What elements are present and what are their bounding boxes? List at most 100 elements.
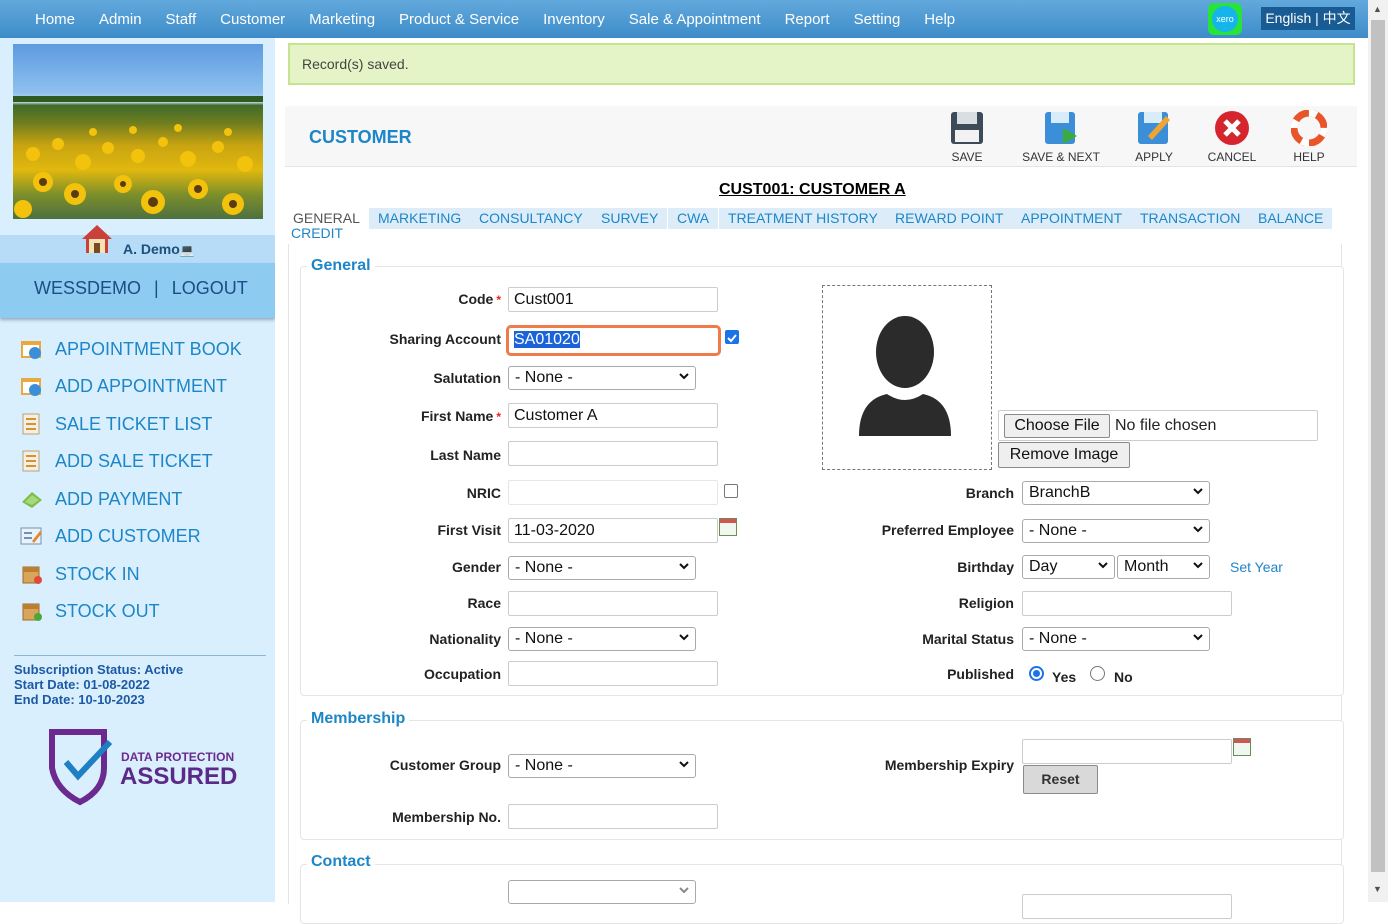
choose-file-button[interactable]: Choose File xyxy=(1004,414,1110,438)
menu-inventory[interactable]: Inventory xyxy=(543,11,605,28)
published-yes-radio[interactable] xyxy=(1029,666,1044,681)
chevron-down-icon xyxy=(1193,562,1203,569)
sidebar-item-add-payment[interactable]: ADD PAYMENT xyxy=(20,487,182,511)
sidebar-item-add-sale-ticket[interactable]: ADD SALE TICKET xyxy=(20,449,213,473)
floppy-disk-icon xyxy=(949,110,985,146)
company-link[interactable]: WESSDEMO xyxy=(34,278,141,298)
sharing-account-checkbox[interactable] xyxy=(725,330,739,344)
tab-transaction[interactable]: TRANSACTION xyxy=(1131,208,1250,229)
tab-balance[interactable]: BALANCE xyxy=(1249,208,1333,229)
membership-legend: Membership xyxy=(307,710,410,728)
tab-credit[interactable]: CREDIT xyxy=(291,225,355,241)
first-name-input[interactable]: Customer A xyxy=(508,403,718,428)
logout-link[interactable]: LOGOUT xyxy=(172,278,248,298)
first-visit-input[interactable]: 11-03-2020 xyxy=(508,518,718,543)
menu-setting[interactable]: Setting xyxy=(854,11,901,28)
marital-status-select[interactable]: - None - xyxy=(1022,627,1210,651)
menu-sale-appointment[interactable]: Sale & Appointment xyxy=(629,11,761,28)
tab-bar: GENERAL CREDIT MARKETING CONSULTANCY SUR… xyxy=(285,208,1357,242)
sidebar-item-appointment-book[interactable]: APPOINTMENT BOOK xyxy=(20,337,242,361)
sidebar-item-sale-ticket-list[interactable]: SALE TICKET LIST xyxy=(20,412,212,436)
language-switch[interactable]: English | 中文 xyxy=(1261,7,1355,30)
help-button[interactable]: HELP xyxy=(1282,109,1336,164)
badge-line1: DATA PROTECTION xyxy=(121,750,235,764)
sidebar-item-stock-out[interactable]: STOCK OUT xyxy=(20,599,160,623)
sidebar-item-add-appointment[interactable]: ADD APPOINTMENT xyxy=(20,374,227,398)
file-input[interactable]: Choose File No file chosen xyxy=(998,410,1318,441)
contact-select[interactable] xyxy=(508,880,696,904)
birthday-day-select[interactable]: Day xyxy=(1022,555,1115,579)
scroll-up-icon[interactable]: ▲ xyxy=(1373,4,1382,14)
record-title: CUST001: CUSTOMER A xyxy=(719,181,906,198)
remove-image-button[interactable]: Remove Image xyxy=(998,442,1130,468)
tab-reward-point[interactable]: REWARD POINT xyxy=(886,208,1013,229)
preferred-employee-select[interactable]: - None - xyxy=(1022,519,1210,543)
chevron-down-icon xyxy=(679,887,689,894)
tab-cwa[interactable]: CWA xyxy=(668,208,719,229)
apply-button[interactable]: APPLY xyxy=(1125,110,1183,164)
save-next-button[interactable]: SAVE & NEXT xyxy=(1015,110,1107,164)
customer-group-select[interactable]: - None - xyxy=(508,754,696,778)
nric-checkbox[interactable] xyxy=(724,484,738,498)
tab-marketing[interactable]: MARKETING xyxy=(369,208,471,229)
chevron-down-icon xyxy=(1098,562,1108,569)
set-year-link[interactable]: Set Year xyxy=(1230,559,1283,575)
menu-help[interactable]: Help xyxy=(924,11,955,28)
tab-appointment[interactable]: APPOINTMENT xyxy=(1012,208,1132,229)
published-no-radio[interactable] xyxy=(1090,666,1105,681)
chevron-down-icon xyxy=(679,634,689,641)
gender-select[interactable]: - None - xyxy=(508,556,696,580)
menu-staff[interactable]: Staff xyxy=(166,11,197,28)
sharing-account-input[interactable]: SA01020 xyxy=(506,325,721,356)
birthday-day-value: Day xyxy=(1029,558,1058,575)
membership-expiry-input[interactable] xyxy=(1022,739,1232,764)
tab-survey[interactable]: SURVEY xyxy=(592,208,668,229)
page-title: CUSTOMER xyxy=(309,127,412,147)
tab-general[interactable]: GENERAL CREDIT xyxy=(285,208,363,242)
menu-marketing[interactable]: Marketing xyxy=(309,11,375,28)
last-name-input[interactable] xyxy=(508,441,718,466)
tab-content: General Code * Cust001 Sharing Account SA… xyxy=(288,244,1344,924)
save-button[interactable]: SAVE xyxy=(937,110,997,164)
nric-label: NRIC xyxy=(466,485,501,501)
birthday-month-select[interactable]: Month xyxy=(1117,555,1210,579)
menu-customer[interactable]: Customer xyxy=(220,11,285,28)
menu-admin[interactable]: Admin xyxy=(99,11,142,28)
page-scrollbar[interactable]: ▲ ▼ xyxy=(1368,0,1388,902)
menu-home[interactable]: Home xyxy=(35,11,75,28)
no-file-text: No file chosen xyxy=(1115,417,1217,434)
cancel-button[interactable]: CANCEL xyxy=(1201,110,1263,164)
xero-button[interactable]: xero xyxy=(1208,3,1242,35)
chevron-down-icon xyxy=(679,373,689,380)
contact-input[interactable] xyxy=(1022,894,1232,919)
tab-consultancy[interactable]: CONSULTANCY xyxy=(470,208,592,229)
general-legend: General xyxy=(307,257,375,275)
race-input[interactable] xyxy=(508,591,718,616)
home-icon[interactable] xyxy=(80,223,114,255)
tab-treatment-history[interactable]: TREATMENT HISTORY xyxy=(719,208,887,229)
calendar-icon[interactable] xyxy=(719,518,737,536)
membership-number-input[interactable] xyxy=(508,804,718,829)
sidebar-item-stock-in[interactable]: STOCK IN xyxy=(20,562,140,586)
reset-button[interactable]: Reset xyxy=(1023,765,1098,794)
menu-report[interactable]: Report xyxy=(785,11,830,28)
calendar-icon[interactable] xyxy=(1233,738,1251,756)
chevron-down-icon xyxy=(679,761,689,768)
branch-select[interactable]: BranchB xyxy=(1022,481,1210,505)
gender-label: Gender xyxy=(451,559,501,575)
nric-input[interactable] xyxy=(508,480,718,505)
preferred-employee-label: Preferred Employee xyxy=(881,522,1014,538)
occupation-input[interactable] xyxy=(508,661,718,686)
customer-photo xyxy=(822,285,992,470)
scroll-down-icon[interactable]: ▼ xyxy=(1373,884,1382,894)
scrollbar-thumb[interactable] xyxy=(1371,20,1385,872)
nationality-select[interactable]: - None - xyxy=(508,627,696,651)
code-input[interactable]: Cust001 xyxy=(508,287,718,312)
customer-group-label: Customer Group xyxy=(389,757,501,773)
religion-input[interactable] xyxy=(1022,591,1232,616)
menu-product-service[interactable]: Product & Service xyxy=(399,11,519,28)
sidebar-item-add-customer[interactable]: ADD CUSTOMER xyxy=(20,524,201,548)
stock-out-icon xyxy=(20,600,44,622)
occupation-label: Occupation xyxy=(423,666,501,682)
salutation-select[interactable]: - None - xyxy=(508,366,696,390)
